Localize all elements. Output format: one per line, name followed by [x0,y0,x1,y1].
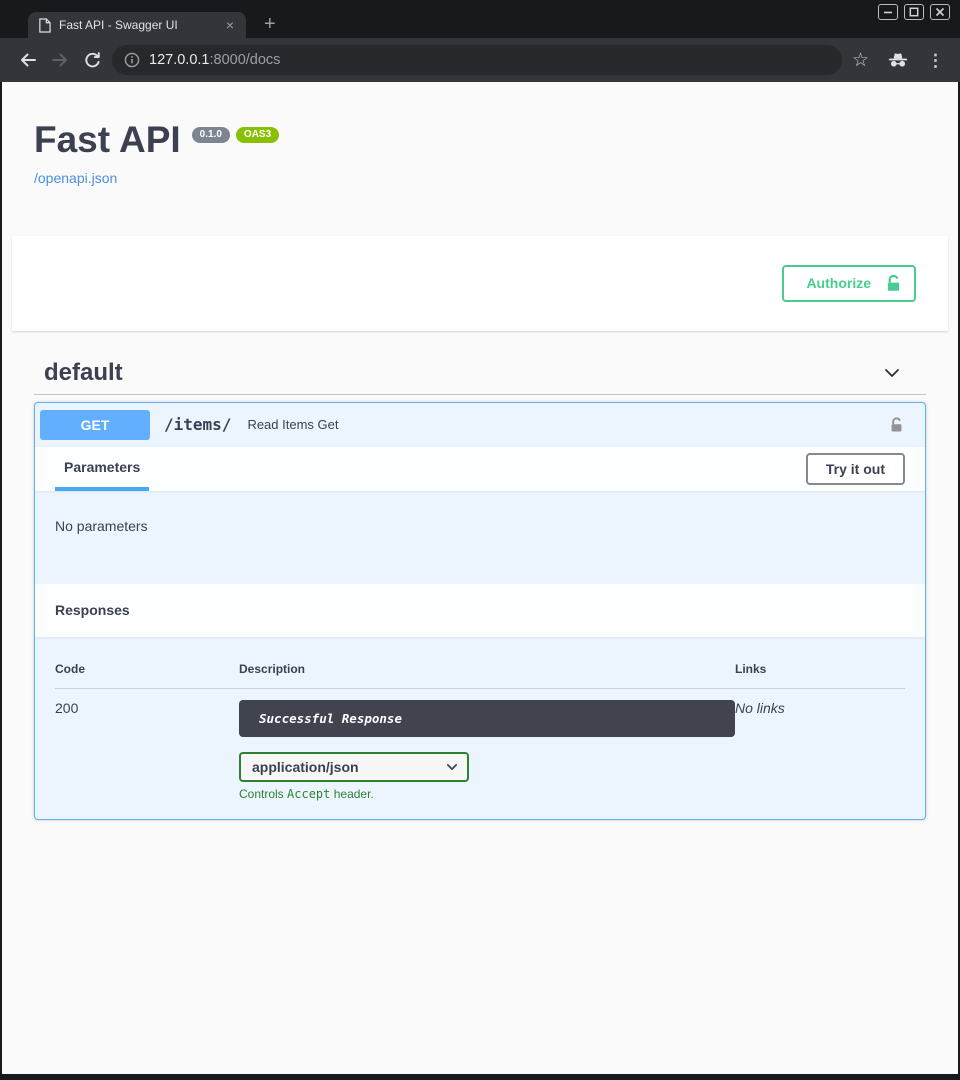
back-icon[interactable] [12,50,44,70]
toolbar-actions: ☆ ⋮ [852,51,948,70]
media-type-value: application/json [252,759,445,775]
operation-description: Read Items Get [247,417,338,432]
accept-header-note: Controls Accept header. [239,787,735,801]
browser-menu-icon[interactable]: ⋮ [927,52,944,69]
parameters-header: Parameters Try it out [35,447,925,491]
forward-icon[interactable] [44,50,76,70]
security-lock-icon[interactable] [889,416,904,434]
openapi-spec-link[interactable]: /openapi.json [34,170,117,186]
browser-titlebar: Fast API - Swagger UI × + [0,0,960,38]
responses-table: Code Description Links 200 Successful Re… [35,637,925,819]
tag-section-default[interactable]: default [34,353,926,395]
url-text[interactable]: 127.0.0.1:8000/docs [149,52,280,68]
site-info-icon[interactable] [124,52,140,68]
tab-close-icon[interactable]: × [224,18,236,32]
select-chevron-icon [445,760,459,774]
responses-header: Responses [35,584,925,637]
api-title-text: Fast API [34,120,181,161]
window-controls [878,4,950,20]
reload-icon[interactable] [76,51,108,70]
bookmark-star-icon[interactable]: ☆ [852,51,869,70]
column-description: Description [239,662,735,676]
address-bar[interactable]: 127.0.0.1:8000/docs [112,45,842,75]
browser-tab[interactable]: Fast API - Swagger UI × [28,12,246,38]
page-content: Fast API 0.1.0 OAS3 /openapi.json Author… [2,82,958,1074]
response-code: 200 [55,700,239,801]
browser-toolbar: 127.0.0.1:8000/docs ☆ ⋮ [0,38,960,82]
operation-summary[interactable]: GET /items/ Read Items Get [35,403,925,447]
response-links: No links [735,700,905,801]
tab-title: Fast API - Swagger UI [59,18,216,32]
incognito-icon [887,52,909,68]
accept-note-prefix: Controls [239,787,287,801]
chevron-down-icon[interactable] [882,363,902,383]
unlocked-padlock-icon [885,274,902,293]
version-badge: 0.1.0 [192,127,230,143]
response-description: Successful Response [239,700,735,737]
api-title: Fast API 0.1.0 OAS3 [34,120,926,161]
api-info-section: Fast API 0.1.0 OAS3 /openapi.json [2,82,958,188]
maximize-button[interactable] [904,4,924,20]
url-host: 127.0.0.1 [149,52,209,68]
accept-note-code: Accept [287,787,330,801]
close-button[interactable] [930,4,950,20]
opblock-get-items: GET /items/ Read Items Get Parameters Tr… [34,402,926,820]
accept-note-suffix: header. [330,787,373,801]
responses-title: Responses [55,602,130,618]
tag-name: default [44,359,882,387]
oas-badge: OAS3 [236,127,279,143]
scheme-container: Authorize [12,236,948,331]
authorize-button[interactable]: Authorize [782,265,916,302]
column-code: Code [55,662,239,676]
column-links: Links [735,662,905,676]
api-badges: 0.1.0 OAS3 [192,127,279,143]
parameters-title: Parameters [64,459,140,475]
try-it-out-button[interactable]: Try it out [806,453,905,485]
response-row-200: 200 Successful Response application/json… [55,689,905,801]
media-type-select[interactable]: application/json [239,752,469,782]
url-path: :8000/docs [209,52,280,68]
method-badge: GET [40,410,150,440]
no-parameters-message: No parameters [35,491,925,584]
responses-table-head: Code Description Links [55,662,905,689]
operation-path: /items/ [164,415,231,434]
page-favicon-icon [38,18,51,33]
new-tab-button[interactable]: + [264,13,276,35]
authorize-label: Authorize [806,275,871,291]
minimize-button[interactable] [878,4,898,20]
tab-parameters[interactable]: Parameters [55,447,149,491]
response-description-cell: Successful Response application/json Con… [239,700,735,801]
operations-container: default GET /items/ Read Items Get Param… [34,353,926,820]
